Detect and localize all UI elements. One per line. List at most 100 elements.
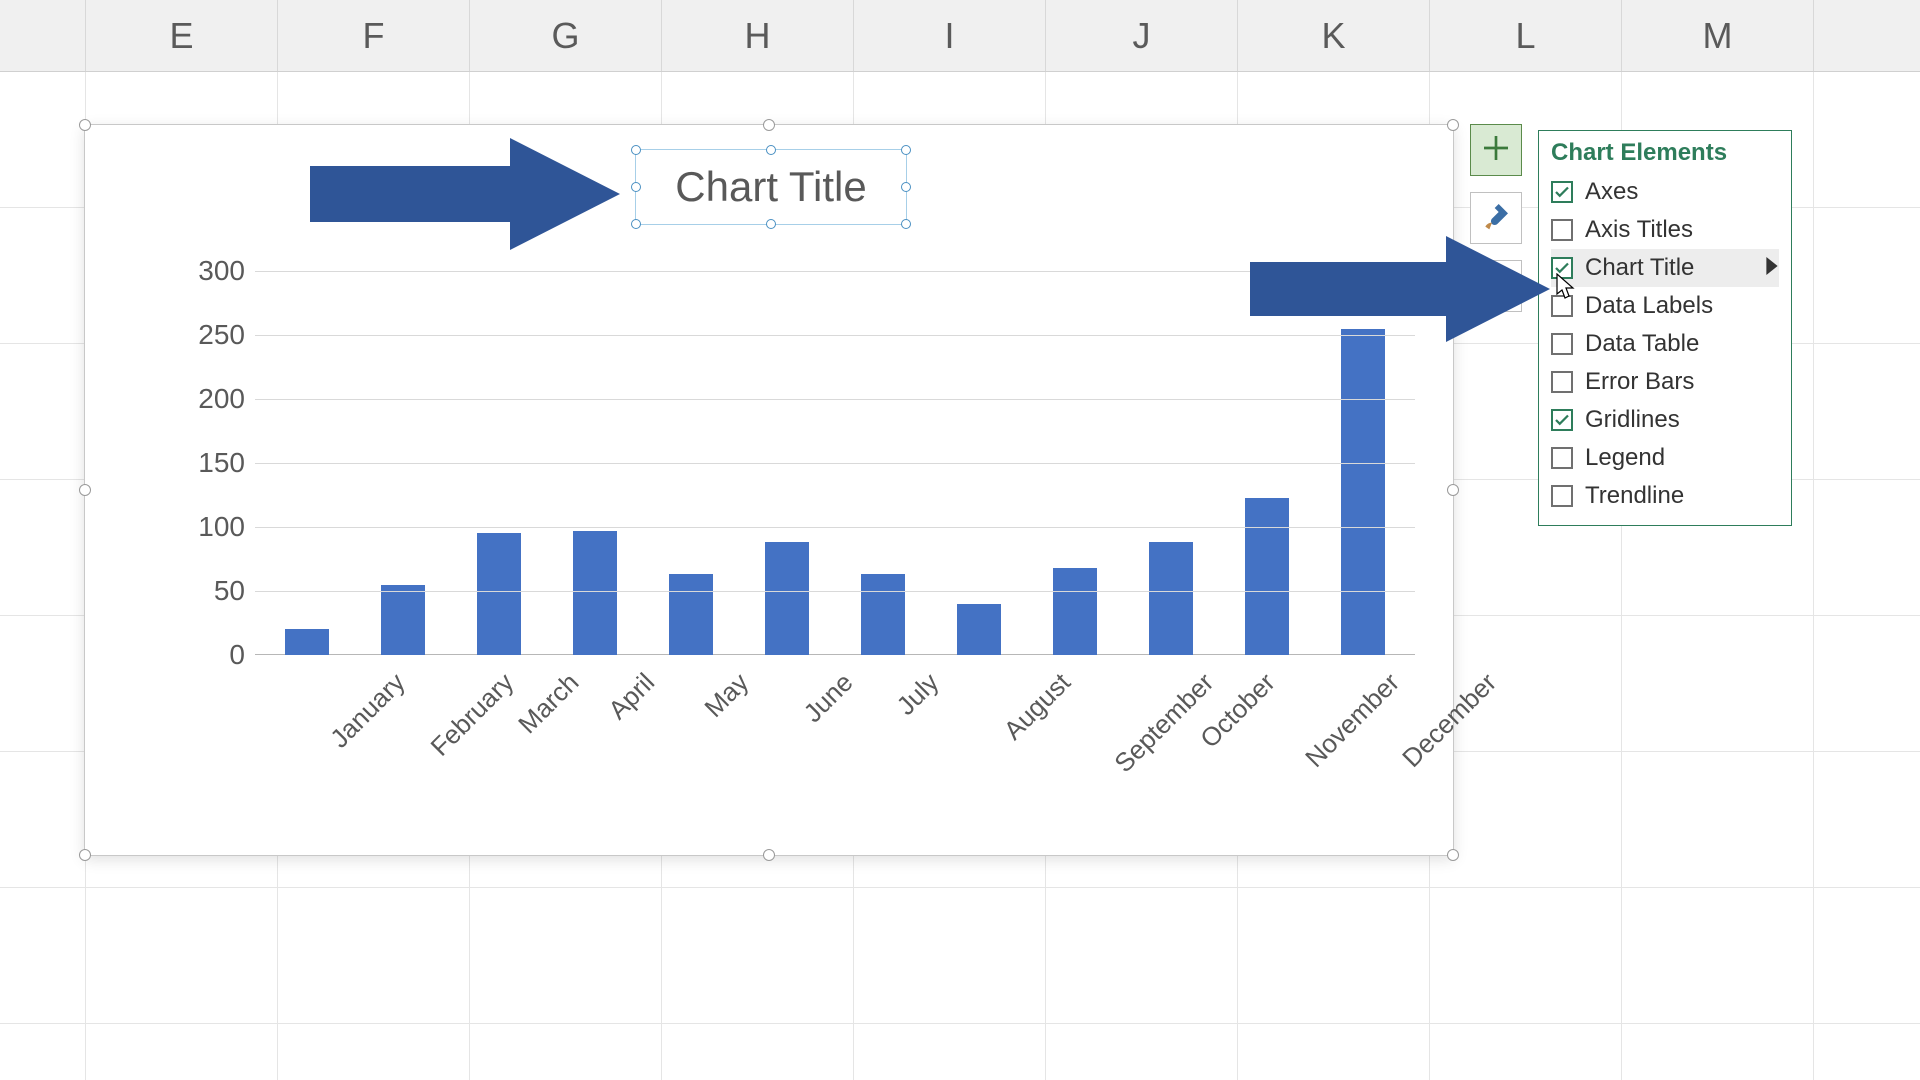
bar[interactable]: [1053, 568, 1097, 655]
checkbox[interactable]: [1551, 447, 1573, 469]
chart-elements-popup[interactable]: Chart Elements AxesAxis TitlesChart Titl…: [1538, 130, 1792, 526]
submenu-arrow-icon[interactable]: [1765, 254, 1779, 282]
selection-handle[interactable]: [763, 849, 775, 861]
cell[interactable]: [1238, 1024, 1430, 1080]
checkbox[interactable]: [1551, 219, 1573, 241]
title-handle[interactable]: [631, 219, 641, 229]
chart-element-item[interactable]: Error Bars: [1551, 363, 1779, 401]
cell[interactable]: [278, 888, 470, 1023]
cell[interactable]: [1622, 752, 1814, 887]
cell[interactable]: [0, 616, 86, 751]
cell[interactable]: [278, 1024, 470, 1080]
checkbox[interactable]: [1551, 371, 1573, 393]
column-header[interactable]: L: [1430, 0, 1622, 71]
cell[interactable]: [854, 1024, 1046, 1080]
cell[interactable]: [0, 888, 86, 1023]
cell[interactable]: [1430, 888, 1622, 1023]
bar[interactable]: [861, 574, 905, 655]
column-header[interactable]: G: [470, 0, 662, 71]
selection-handle[interactable]: [1447, 484, 1459, 496]
bar[interactable]: [957, 604, 1001, 655]
chart-element-label: Data Table: [1585, 330, 1699, 358]
column-header[interactable]: [0, 0, 86, 71]
title-handle[interactable]: [766, 219, 776, 229]
bar[interactable]: [1245, 498, 1289, 655]
annotation-arrow: [1250, 236, 1550, 342]
checkbox[interactable]: [1551, 409, 1573, 431]
cell[interactable]: [1238, 888, 1430, 1023]
gridline: [255, 335, 1415, 336]
cell[interactable]: [86, 1024, 278, 1080]
paintbrush-icon: [1480, 200, 1512, 237]
selection-handle[interactable]: [1447, 849, 1459, 861]
bar[interactable]: [573, 531, 617, 655]
y-tick-label: 50: [171, 575, 245, 607]
cell[interactable]: [1046, 1024, 1238, 1080]
bar[interactable]: [477, 533, 521, 655]
selection-handle[interactable]: [1447, 119, 1459, 131]
chart-element-label: Data Labels: [1585, 292, 1713, 320]
column-header[interactable]: J: [1046, 0, 1238, 71]
cell[interactable]: [0, 1024, 86, 1080]
cell[interactable]: [1622, 1024, 1814, 1080]
chart-element-label: Axes: [1585, 178, 1638, 206]
selection-handle[interactable]: [79, 849, 91, 861]
chart-object[interactable]: Chart Title 050100150200250300 JanuaryFe…: [84, 124, 1454, 856]
title-handle[interactable]: [766, 145, 776, 155]
column-header[interactable]: K: [1238, 0, 1430, 71]
cell[interactable]: [0, 344, 86, 479]
column-header[interactable]: E: [86, 0, 278, 71]
cell[interactable]: [0, 752, 86, 887]
cell[interactable]: [854, 888, 1046, 1023]
chart-element-item[interactable]: Trendline: [1551, 477, 1779, 515]
cell[interactable]: [1046, 888, 1238, 1023]
bar[interactable]: [1341, 329, 1385, 655]
selection-handle[interactable]: [763, 119, 775, 131]
title-handle[interactable]: [631, 182, 641, 192]
checkbox[interactable]: [1551, 181, 1573, 203]
cell[interactable]: [0, 72, 86, 207]
cell[interactable]: [0, 208, 86, 343]
bar[interactable]: [669, 574, 713, 655]
title-handle[interactable]: [631, 145, 641, 155]
checkbox[interactable]: [1551, 333, 1573, 355]
cell[interactable]: [86, 888, 278, 1023]
cell[interactable]: [0, 480, 86, 615]
cell[interactable]: [470, 888, 662, 1023]
chart-element-item[interactable]: Axis Titles: [1551, 211, 1779, 249]
bar[interactable]: [381, 585, 425, 655]
column-header[interactable]: F: [278, 0, 470, 71]
chart-element-label: Chart Title: [1585, 254, 1694, 282]
cell[interactable]: [662, 888, 854, 1023]
annotation-arrow: [310, 138, 620, 250]
bar[interactable]: [1149, 542, 1193, 655]
checkbox[interactable]: [1551, 485, 1573, 507]
chart-element-item[interactable]: Data Labels: [1551, 287, 1779, 325]
column-header[interactable]: H: [662, 0, 854, 71]
chart-element-item[interactable]: Legend: [1551, 439, 1779, 477]
chart-element-item[interactable]: Chart Title: [1551, 249, 1779, 287]
chart-elements-button[interactable]: [1470, 124, 1522, 176]
selection-handle[interactable]: [79, 484, 91, 496]
cell[interactable]: [662, 1024, 854, 1080]
selection-handle[interactable]: [79, 119, 91, 131]
bar[interactable]: [765, 542, 809, 655]
cell[interactable]: [1622, 616, 1814, 751]
mouse-cursor: [1556, 273, 1576, 301]
cell[interactable]: [1430, 1024, 1622, 1080]
cell[interactable]: [1430, 752, 1622, 887]
chart-title[interactable]: Chart Title: [635, 149, 907, 225]
chart-element-item[interactable]: Axes: [1551, 173, 1779, 211]
y-tick-label: 250: [171, 319, 245, 351]
chart-element-item[interactable]: Data Table: [1551, 325, 1779, 363]
cell[interactable]: [1622, 888, 1814, 1023]
plot-area[interactable]: 050100150200250300: [255, 271, 1415, 655]
title-handle[interactable]: [901, 145, 911, 155]
title-handle[interactable]: [901, 219, 911, 229]
title-handle[interactable]: [901, 182, 911, 192]
bar[interactable]: [285, 629, 329, 655]
column-header[interactable]: M: [1622, 0, 1814, 71]
cell[interactable]: [470, 1024, 662, 1080]
column-header[interactable]: I: [854, 0, 1046, 71]
chart-element-item[interactable]: Gridlines: [1551, 401, 1779, 439]
